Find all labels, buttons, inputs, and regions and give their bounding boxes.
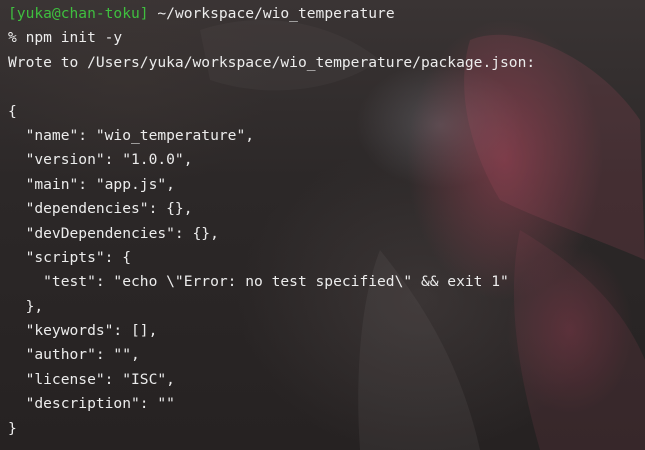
terminal-line: % npm init -y xyxy=(8,29,123,47)
terminal-line: "keywords": [], xyxy=(8,322,158,340)
terminal-line: { xyxy=(8,102,17,120)
prompt-cwd: ~/workspace/wio_temperature xyxy=(148,5,395,22)
terminal-line: "test": "echo \"Error: no test specified… xyxy=(8,273,509,291)
terminal-output: [yuka@chan-toku] ~/workspace/wio_tempera… xyxy=(8,2,535,441)
terminal-line: "license": "ISC", xyxy=(8,370,175,388)
terminal-line: } xyxy=(8,419,17,437)
terminal-line: }, xyxy=(8,297,44,315)
terminal-line: "devDependencies": {}, xyxy=(8,224,219,242)
terminal-line: Wrote to /Users/yuka/workspace/wio_tempe… xyxy=(8,53,536,71)
terminal-line: "author": "", xyxy=(8,346,140,364)
terminal-line: "name": "wio_temperature", xyxy=(8,126,255,144)
terminal-window[interactable]: [yuka@chan-toku] ~/workspace/wio_tempera… xyxy=(0,0,645,450)
terminal-line: "description": "" xyxy=(8,395,175,413)
terminal-line: "version": "1.0.0", xyxy=(8,151,193,169)
prompt-user-host: [yuka@chan-toku] xyxy=(8,5,149,22)
terminal-line: "scripts": { xyxy=(8,248,132,266)
terminal-line: "main": "app.js", xyxy=(8,175,175,193)
prompt-line: [yuka@chan-toku] ~/workspace/wio_tempera… xyxy=(8,2,535,26)
terminal-line: "dependencies": {}, xyxy=(8,200,193,218)
